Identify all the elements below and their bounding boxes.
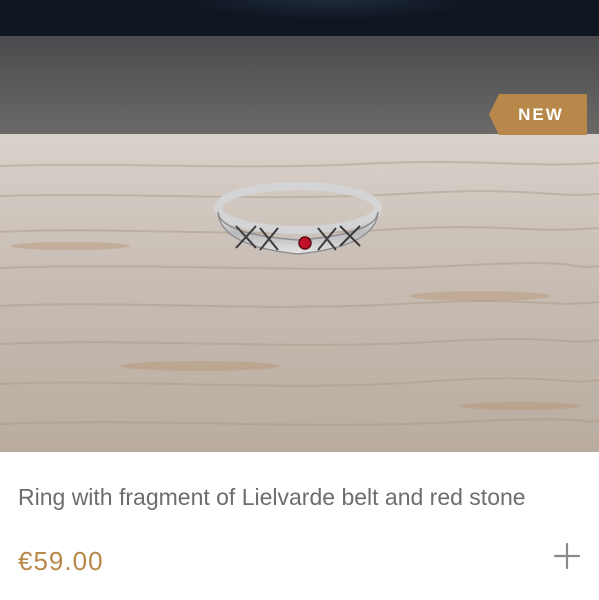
product-title[interactable]: Ring with fragment of Lielvarde belt and… — [18, 484, 526, 511]
add-to-cart-button[interactable] — [551, 540, 583, 572]
plus-icon — [554, 543, 580, 569]
new-badge: NEW — [489, 94, 587, 135]
product-price: €59.00 — [18, 546, 104, 576]
product-image[interactable]: NEW — [0, 36, 599, 452]
top-bar — [0, 0, 599, 36]
